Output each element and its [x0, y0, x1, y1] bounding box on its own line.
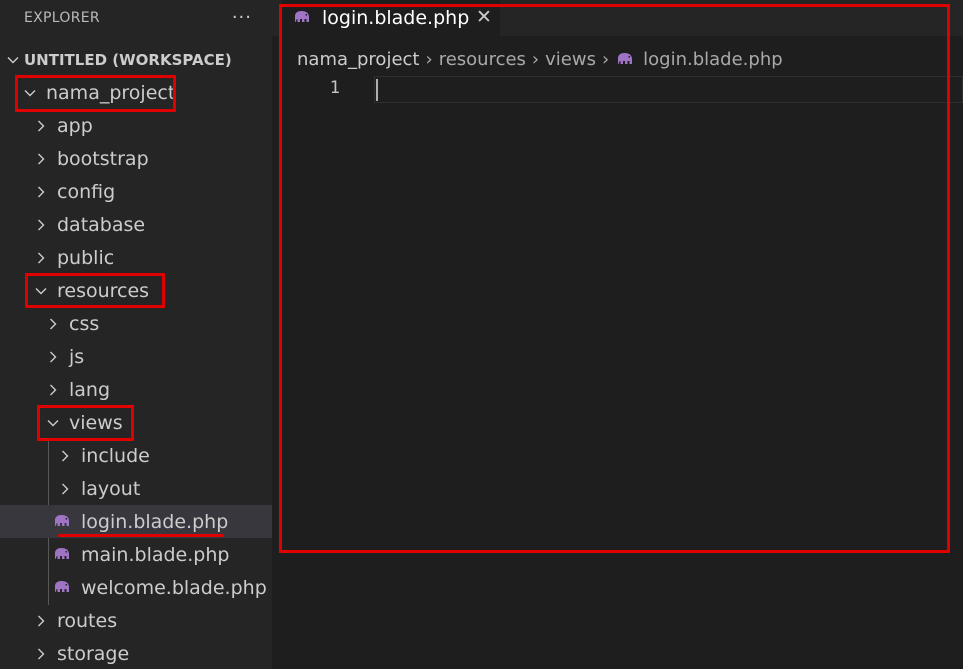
- chevron-right-icon: [57, 448, 73, 464]
- php-elephant-icon: [52, 513, 72, 529]
- tree-item-layout[interactable]: layout: [0, 472, 272, 505]
- tree-item-label: js: [69, 345, 85, 368]
- tree-item-nama-project[interactable]: nama_project: [0, 76, 272, 109]
- tree-item-label: css: [69, 312, 100, 335]
- breadcrumb-item[interactable]: resources: [439, 49, 526, 70]
- tree-item-app[interactable]: app: [0, 109, 272, 142]
- workspace-label: UNTITLED (WORKSPACE): [24, 50, 232, 69]
- php-elephant-icon: [292, 9, 312, 25]
- chevron-right-icon: ›: [601, 48, 610, 70]
- chevron-right-icon: [33, 646, 49, 662]
- breadcrumb-item[interactable]: nama_project: [297, 49, 419, 70]
- php-elephant-icon: [615, 51, 635, 67]
- text-cursor: [376, 79, 378, 101]
- tree-item-database[interactable]: database: [0, 208, 272, 241]
- current-line-highlight: [374, 76, 963, 103]
- tree-item-label: welcome.blade.php: [81, 576, 267, 599]
- tree-item-lang[interactable]: lang: [0, 373, 272, 406]
- tree-item-label: bootstrap: [57, 147, 149, 170]
- tree-item-label: views: [69, 411, 123, 434]
- tree-item-label: nama_project: [46, 81, 176, 104]
- editor-area: login.blade.php ✕ nama_project › resourc…: [272, 0, 963, 669]
- tree-item-resources[interactable]: resources: [0, 274, 272, 307]
- tree-item-include[interactable]: include: [0, 439, 272, 472]
- breadcrumb-item[interactable]: login.blade.php: [643, 49, 783, 70]
- tree-item-label: resources: [57, 279, 150, 302]
- breadcrumb-item[interactable]: views: [545, 49, 596, 70]
- tree-item-label: app: [57, 114, 93, 137]
- tree-item-label: main.blade.php: [81, 543, 230, 566]
- close-icon[interactable]: ✕: [476, 8, 492, 27]
- explorer-header: EXPLORER ···: [0, 0, 272, 36]
- tree-item-label: login.blade.php: [81, 510, 229, 533]
- tree-item-label: lang: [69, 378, 111, 401]
- tree-item-routes[interactable]: routes: [0, 604, 272, 637]
- tree-item-label: include: [81, 444, 150, 467]
- highlight-underline-login: [58, 534, 224, 537]
- php-elephant-icon: [52, 546, 72, 562]
- chevron-right-icon: [33, 217, 49, 233]
- tree-item-label: routes: [57, 609, 118, 632]
- tree-item-config[interactable]: config: [0, 175, 272, 208]
- chevron-right-icon: [33, 118, 49, 134]
- chevron-right-icon: ›: [425, 48, 433, 70]
- workspace-root[interactable]: UNTITLED (WORKSPACE): [0, 43, 272, 76]
- chevron-down-icon: [5, 52, 21, 68]
- tree-item-main-blade[interactable]: main.blade.php: [0, 538, 272, 571]
- tab-label: login.blade.php: [322, 7, 470, 29]
- chevron-right-icon: [33, 151, 49, 167]
- breadcrumb: nama_project › resources › views › login…: [297, 46, 783, 72]
- chevron-right-icon: [57, 481, 73, 497]
- chevron-right-icon: [45, 382, 61, 398]
- explorer-title: EXPLORER: [24, 10, 100, 26]
- tree-item-label: database: [57, 213, 146, 236]
- tree-item-js[interactable]: js: [0, 340, 272, 373]
- tree-item-storage[interactable]: storage: [0, 637, 272, 669]
- tree-item-public[interactable]: public: [0, 241, 272, 274]
- tree-item-bootstrap[interactable]: bootstrap: [0, 142, 272, 175]
- chevron-right-icon: [45, 349, 61, 365]
- line-number: 1: [329, 78, 340, 98]
- chevron-right-icon: [33, 613, 49, 629]
- explorer-sidebar: EXPLORER ··· UNTITLED (WORKSPACE) nama_p…: [0, 0, 272, 669]
- tree-item-css[interactable]: css: [0, 307, 272, 340]
- tab-login-blade[interactable]: login.blade.php ✕: [282, 0, 500, 36]
- chevron-right-icon: [45, 316, 61, 332]
- chevron-down-icon: [22, 85, 38, 101]
- tree-item-welcome-blade[interactable]: welcome.blade.php: [0, 571, 272, 604]
- chevron-right-icon: [33, 184, 49, 200]
- tree-item-label: config: [57, 180, 116, 203]
- ellipsis-icon[interactable]: ···: [232, 9, 252, 27]
- chevron-down-icon: [45, 415, 61, 431]
- chevron-right-icon: [33, 250, 49, 266]
- chevron-down-icon: [33, 283, 49, 299]
- tree-item-views[interactable]: views: [0, 406, 272, 439]
- chevron-right-icon: ›: [531, 48, 540, 70]
- tree-item-label: public: [57, 246, 115, 269]
- tree-item-label: storage: [57, 642, 130, 665]
- tab-bar: login.blade.php ✕: [272, 0, 963, 36]
- php-elephant-icon: [52, 579, 72, 595]
- tree-item-label: layout: [81, 477, 141, 500]
